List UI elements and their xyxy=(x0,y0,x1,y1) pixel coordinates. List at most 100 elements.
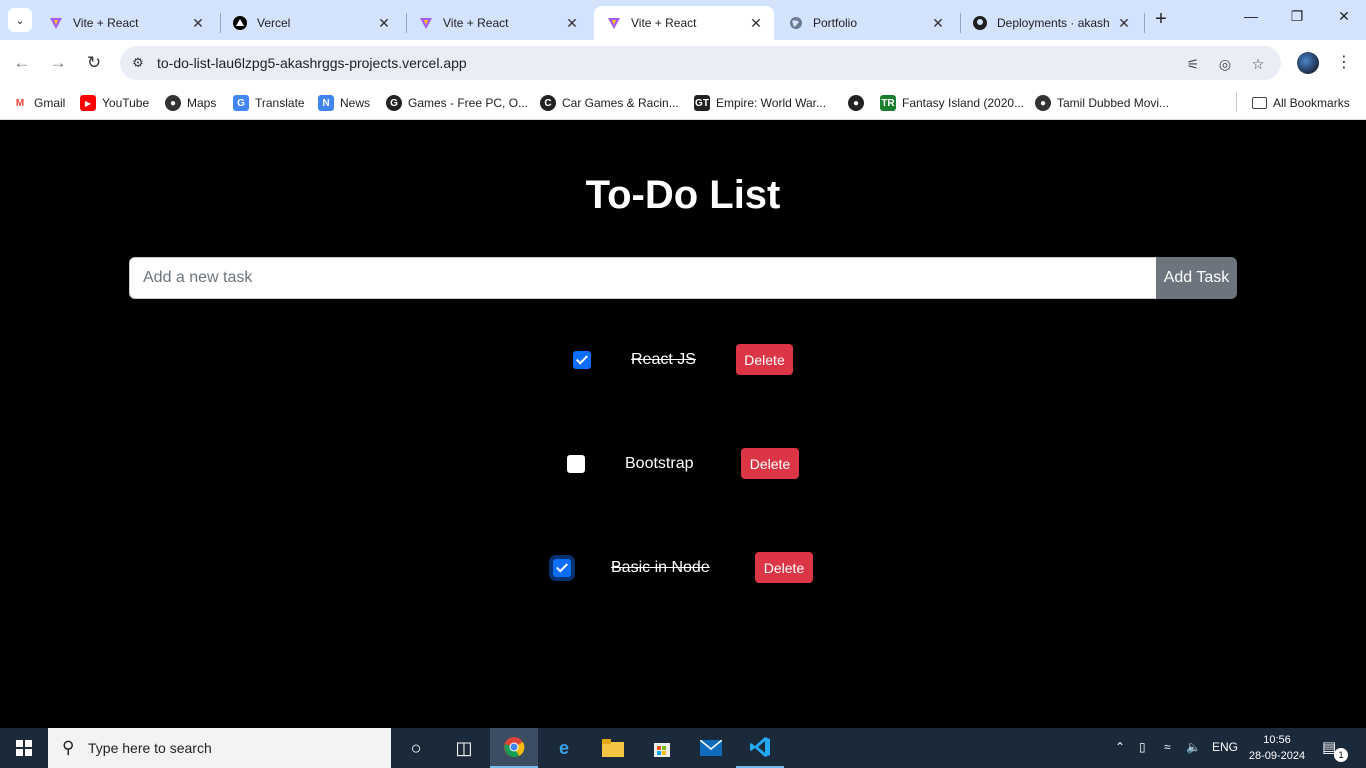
taskbar-search[interactable]: ⚲ Type here to search xyxy=(48,728,391,768)
minimize-button[interactable]: — xyxy=(1237,8,1265,32)
wifi-icon[interactable]: ≈ xyxy=(1164,740,1171,754)
fantasy-icon: TR xyxy=(880,95,896,111)
back-button[interactable]: ← xyxy=(10,51,34,75)
bookmark-youtube[interactable]: ▶ YouTube xyxy=(80,93,149,113)
tab-title: Vite + React xyxy=(631,16,697,30)
language-indicator[interactable]: ENG xyxy=(1212,740,1238,754)
bookmarks-bar: M Gmail ▶ YouTube ● Maps G Translate N News G… xyxy=(0,86,1366,120)
volume-icon[interactable]: 🔈 xyxy=(1186,740,1201,754)
url-text[interactable]: to-do-list-lau6lzpg5-akashrggs-projects.… xyxy=(157,55,467,71)
address-bar[interactable]: ⚙ to-do-list-lau6lzpg5-akashrggs-project… xyxy=(120,46,1281,80)
bookmark-label: Games - Free PC, O... xyxy=(408,96,529,110)
tab-deployments[interactable]: Deployments · akash ✕ xyxy=(960,6,1142,40)
tab-strip: ⌄ Vite + React ✕ Vercel ✕ Vite + React ✕… xyxy=(0,0,1366,40)
close-icon[interactable]: ✕ xyxy=(748,15,764,32)
reload-button[interactable]: ↻ xyxy=(82,51,106,75)
bookmark-label: All Bookmarks xyxy=(1273,96,1350,110)
close-window-button[interactable]: ✕ xyxy=(1330,8,1358,32)
gmail-icon: M xyxy=(15,97,25,109)
all-bookmarks[interactable]: All Bookmarks xyxy=(1252,93,1350,113)
more-menu-icon[interactable]: ⋮ xyxy=(1334,52,1354,74)
bookmark-tamil-movies[interactable]: ● Tamil Dubbed Movi... xyxy=(1035,93,1169,113)
task-view-icon[interactable]: ◫ xyxy=(440,728,488,768)
tab-title: Vercel xyxy=(257,16,291,30)
translate-icon[interactable]: ⚟ xyxy=(1183,54,1203,74)
folder-icon xyxy=(1252,97,1267,109)
cortana-icon[interactable]: ○ xyxy=(392,728,440,768)
tab-portfolio[interactable]: Portfolio ✕ xyxy=(776,6,956,40)
mail-icon[interactable] xyxy=(687,728,735,768)
maps-icon: ● xyxy=(165,95,181,111)
bookmark-label: YouTube xyxy=(102,96,150,110)
eye-off-icon[interactable]: ◎ xyxy=(1215,54,1235,74)
globe-icon xyxy=(788,15,804,31)
tab-title: Deployments · akash xyxy=(997,16,1110,30)
restore-button[interactable]: ❐ xyxy=(1283,8,1311,32)
task-text: React JS xyxy=(631,351,696,368)
search-icon: ⚲ xyxy=(62,738,75,757)
vite-icon xyxy=(606,15,622,31)
github-icon xyxy=(972,15,988,31)
bookmark-label: Gmail xyxy=(34,96,66,110)
delete-button[interactable]: Delete xyxy=(736,344,793,375)
vscode-icon[interactable] xyxy=(736,728,784,768)
tab-vite-react-active[interactable]: Vite + React ✕ xyxy=(594,6,774,40)
tab-title: Vite + React xyxy=(443,16,509,30)
movie-icon: ● xyxy=(1035,95,1051,111)
store-icon[interactable] xyxy=(638,728,686,768)
close-icon[interactable]: ✕ xyxy=(930,15,946,32)
vercel-icon xyxy=(232,15,248,31)
file-explorer-icon[interactable] xyxy=(589,728,637,768)
tab-search-button[interactable]: ⌄ xyxy=(8,8,32,32)
delete-button[interactable]: Delete xyxy=(741,448,799,479)
task-checkbox[interactable] xyxy=(553,559,571,577)
site-info-icon[interactable]: ⚙ xyxy=(129,54,147,72)
show-hidden-icons[interactable]: ⌃ xyxy=(1115,740,1125,754)
car-games-icon: C xyxy=(540,95,556,111)
close-icon[interactable]: ✕ xyxy=(190,15,206,32)
new-task-input[interactable] xyxy=(129,257,1157,299)
bookmark-news[interactable]: N News xyxy=(318,93,370,113)
profile-avatar[interactable] xyxy=(1297,52,1319,74)
vite-icon xyxy=(418,15,434,31)
star-icon[interactable]: ☆ xyxy=(1248,54,1268,74)
bookmark-globe[interactable]: ● xyxy=(848,93,870,113)
task-text: Bootstrap xyxy=(625,455,694,472)
close-icon[interactable]: ✕ xyxy=(564,15,580,32)
tab-vite-react-1[interactable]: Vite + React ✕ xyxy=(36,6,216,40)
bookmark-games[interactable]: G Games - Free PC, O... xyxy=(386,93,528,113)
todo-item: Bootstrap Delete xyxy=(567,448,800,480)
edge-icon[interactable]: e xyxy=(540,728,588,768)
youtube-icon: ▶ xyxy=(80,95,96,111)
clock-time: 10:56 xyxy=(1263,734,1291,746)
todo-app: To-Do List Add Task React JS Delete Boot… xyxy=(0,121,1366,728)
start-button[interactable] xyxy=(0,728,48,768)
bookmark-empire[interactable]: GT Empire: World War... xyxy=(694,93,826,113)
globe-icon: ● xyxy=(848,95,864,111)
battery-icon[interactable]: ▯ xyxy=(1139,740,1146,754)
tab-vite-react-2[interactable]: Vite + React ✕ xyxy=(406,6,590,40)
bookmark-label: News xyxy=(340,96,371,110)
page-title: To-Do List xyxy=(585,173,781,217)
bookmark-label: Maps xyxy=(187,96,217,110)
chevron-down-icon: ⌄ xyxy=(15,14,25,27)
chrome-icon[interactable] xyxy=(490,728,538,768)
bookmark-label: Tamil Dubbed Movi... xyxy=(1057,96,1170,110)
bookmark-maps[interactable]: ● Maps xyxy=(165,93,216,113)
tab-vercel[interactable]: Vercel ✕ xyxy=(220,6,402,40)
games-icon: G xyxy=(386,95,402,111)
clock[interactable]: 10:56 28-09-2024 xyxy=(1244,732,1310,764)
forward-button[interactable]: → xyxy=(46,51,70,75)
close-icon[interactable]: ✕ xyxy=(1116,15,1132,32)
bookmark-fantasy-island[interactable]: TR Fantasy Island (2020... xyxy=(880,93,1024,113)
news-icon: N xyxy=(318,95,334,111)
task-checkbox[interactable] xyxy=(567,455,585,473)
bookmark-gmail[interactable]: M Gmail xyxy=(12,93,66,113)
delete-button[interactable]: Delete xyxy=(755,552,813,583)
close-icon[interactable]: ✕ xyxy=(376,15,392,32)
new-tab-button[interactable]: + xyxy=(1150,8,1172,30)
bookmark-car-games[interactable]: C Car Games & Racin... xyxy=(540,93,679,113)
task-checkbox[interactable] xyxy=(573,351,591,369)
bookmark-translate[interactable]: G Translate xyxy=(233,93,305,113)
add-task-button[interactable]: Add Task xyxy=(1156,257,1237,299)
